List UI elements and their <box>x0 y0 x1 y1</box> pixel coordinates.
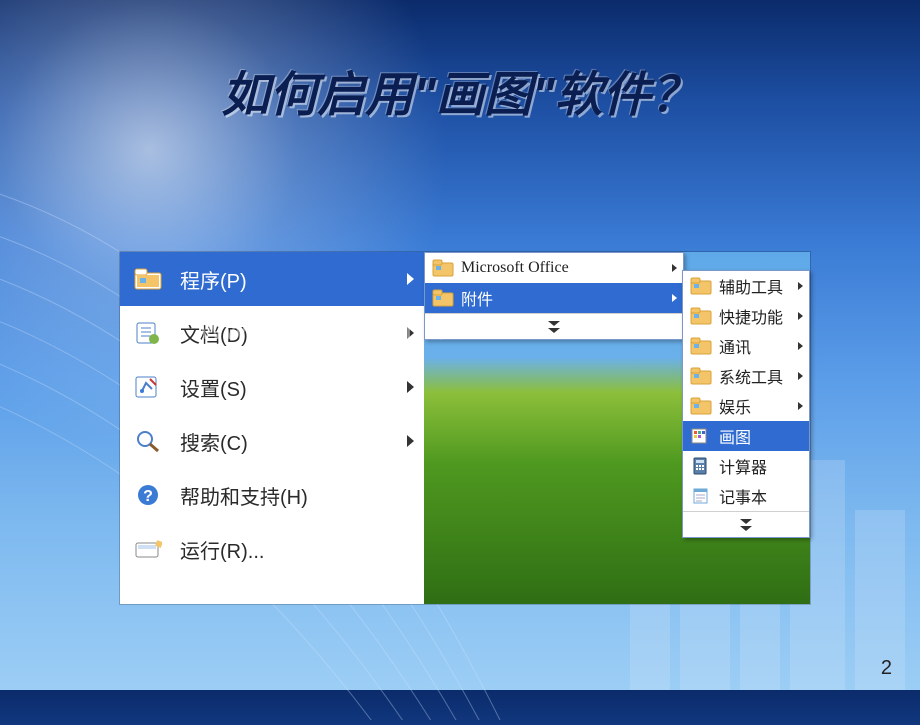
start-menu-panel: 程序(P) 文档(D) <box>120 252 424 604</box>
start-item-help[interactable]: ? 帮助和支持(H) <box>120 468 424 522</box>
start-item-documents[interactable]: 文档(D) <box>120 306 424 360</box>
calculator-icon <box>689 455 713 477</box>
start-item-label: 搜索(C) <box>180 427 248 456</box>
submenu-item-label: 娱乐 <box>719 394 751 418</box>
settings-icon <box>130 369 166 405</box>
folder-icon <box>689 305 713 327</box>
submenu-arrow-icon <box>672 294 677 302</box>
programs-folder-icon <box>130 261 166 297</box>
notepad-icon <box>689 485 713 507</box>
submenu-item-notepad[interactable]: 记事本 <box>683 481 809 511</box>
paint-icon <box>689 425 713 447</box>
folder-icon <box>689 275 713 297</box>
submenu-item-shortcuts[interactable]: 快捷功能 <box>683 301 809 331</box>
chevron-down-icon <box>548 328 560 333</box>
start-item-label: 文档(D) <box>180 319 248 348</box>
svg-text:?: ? <box>143 488 153 505</box>
submenu-item-accessories[interactable]: 附件 <box>425 283 683 313</box>
folder-icon <box>689 335 713 357</box>
submenu-item-communication[interactable]: 通讯 <box>683 331 809 361</box>
submenu-item-label: 记事本 <box>719 484 767 508</box>
submenu-arrow-icon <box>798 372 803 380</box>
submenu-arrow-icon <box>798 282 803 290</box>
submenu-item-label: Microsoft Office <box>461 259 569 277</box>
documents-icon <box>130 315 166 351</box>
submenu-arrow-icon <box>407 381 414 393</box>
submenu-item-paint[interactable]: 画图 <box>683 421 809 451</box>
start-item-label: 设置(S) <box>180 373 247 402</box>
submenu-arrow-icon <box>407 327 414 339</box>
submenu-arrow-icon <box>672 264 677 272</box>
screenshot-composite: 程序(P) 文档(D) <box>120 252 810 604</box>
submenu-item-label: 附件 <box>461 286 493 310</box>
start-item-programs[interactable]: 程序(P) <box>120 252 424 306</box>
slide-title: 如何启用"画图"软件？ <box>0 55 920 125</box>
start-item-label: 运行(R)... <box>180 535 264 564</box>
chevron-down-icon <box>740 526 752 531</box>
start-item-search[interactable]: 搜索(C) <box>120 414 424 468</box>
folder-icon <box>689 395 713 417</box>
submenu-arrow-icon <box>407 435 414 447</box>
programs-submenu: Microsoft Office 附件 <box>424 252 684 340</box>
submenu-expand-hint[interactable] <box>683 511 809 537</box>
folder-icon <box>689 365 713 387</box>
submenu-item-label: 快捷功能 <box>719 304 783 328</box>
submenu-expand-hint[interactable] <box>425 313 683 339</box>
search-icon <box>130 423 166 459</box>
submenu-item-label: 计算器 <box>719 454 767 478</box>
submenu-arrow-icon <box>798 342 803 350</box>
page-number: 2 <box>881 657 892 680</box>
submenu-arrow-icon <box>798 312 803 320</box>
submenu-item-label: 辅助工具 <box>719 274 783 298</box>
chevron-down-icon <box>548 321 560 326</box>
chevron-down-icon <box>740 519 752 524</box>
submenu-item-label: 通讯 <box>719 334 751 358</box>
accessories-submenu: 辅助工具 快捷功能 通讯 系统工具 娱乐 <box>682 270 810 538</box>
start-item-settings[interactable]: 设置(S) <box>120 360 424 414</box>
folder-icon <box>431 257 455 279</box>
submenu-item-label: 画图 <box>719 424 751 448</box>
help-icon: ? <box>130 477 166 513</box>
submenu-item-entertainment[interactable]: 娱乐 <box>683 391 809 421</box>
start-item-label: 帮助和支持(H) <box>180 481 308 510</box>
submenu-item-msoffice[interactable]: Microsoft Office <box>425 253 683 283</box>
start-item-label: 程序(P) <box>180 265 247 294</box>
submenu-item-calculator[interactable]: 计算器 <box>683 451 809 481</box>
submenu-item-label: 系统工具 <box>719 364 783 388</box>
run-icon <box>130 531 166 567</box>
folder-icon <box>431 287 455 309</box>
submenu-item-accessibility[interactable]: 辅助工具 <box>683 271 809 301</box>
submenu-arrow-icon <box>798 402 803 410</box>
start-item-run[interactable]: 运行(R)... <box>120 522 424 576</box>
submenu-item-systemtools[interactable]: 系统工具 <box>683 361 809 391</box>
submenu-arrow-icon <box>407 273 414 285</box>
